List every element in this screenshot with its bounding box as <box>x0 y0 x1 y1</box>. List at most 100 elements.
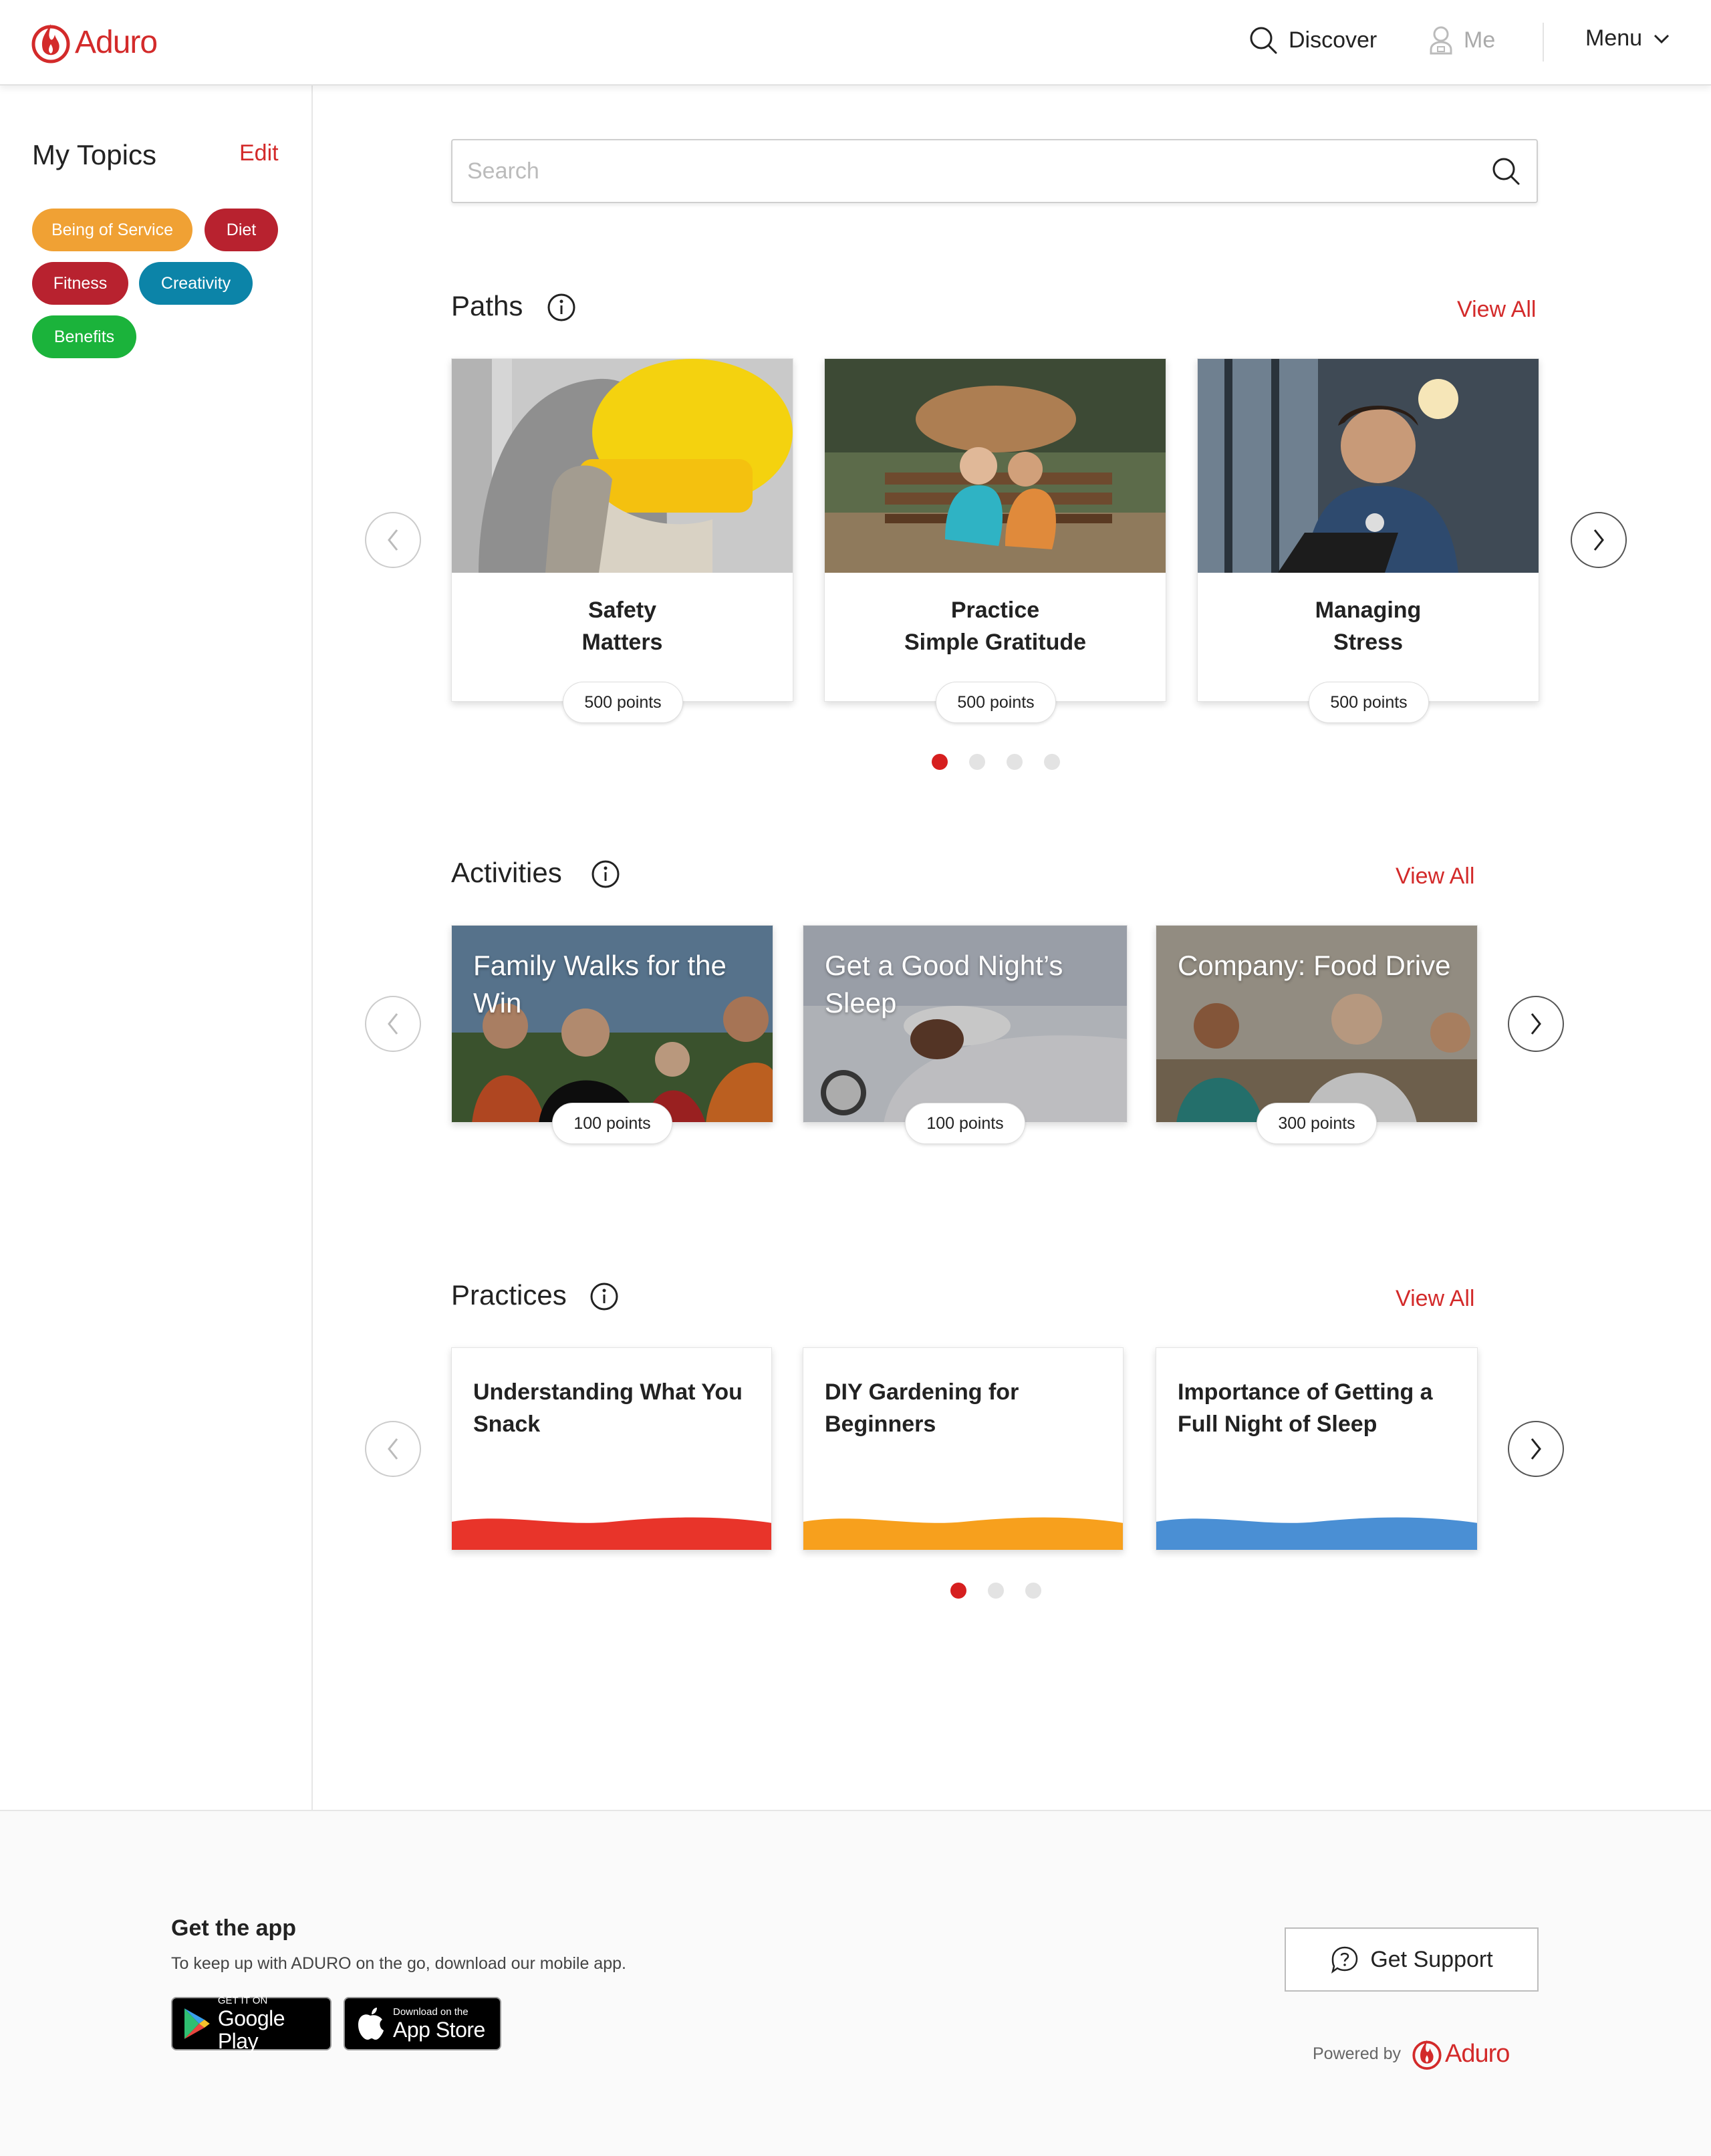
path-card-practice-simple-gratitude[interactable]: Practice Simple Gratitude <box>824 358 1166 702</box>
app-store-text: Download on the App Store <box>393 2006 485 2041</box>
paths-title: Paths <box>451 290 523 321</box>
path-card-image <box>1198 359 1539 573</box>
get-the-app-subtitle: To keep up with ADURO on the go, downloa… <box>171 1954 626 1973</box>
activity-card-family-walks[interactable]: Family Walks for the Win <box>451 925 773 1123</box>
chevron-right-icon <box>1531 1013 1541 1035</box>
nav-divider <box>1543 23 1544 61</box>
app-store-badge[interactable]: Download on the App Store <box>344 1997 501 2050</box>
path-card-title: Managing Stress <box>1198 594 1539 658</box>
info-icon[interactable] <box>547 293 576 322</box>
flame-logo-icon <box>31 24 70 63</box>
topic-chip-label: Benefits <box>53 327 115 346</box>
chevron-down-icon <box>1654 34 1670 43</box>
practice-card-title: Importance of Getting a Full Night of Sl… <box>1178 1379 1433 1437</box>
practices-pager-dot-2[interactable] <box>988 1583 1004 1599</box>
aduro-logo[interactable]: Aduro <box>31 20 158 64</box>
info-icon[interactable] <box>591 859 620 889</box>
path-card-title-line: Safety <box>587 597 657 623</box>
paths-prev-arrow[interactable] <box>365 512 421 568</box>
get-support-label: Get Support <box>1370 1946 1493 1972</box>
powered-by-logo: Aduro <box>1412 2037 1510 2070</box>
chevron-left-icon <box>388 1438 398 1460</box>
footer: Get the app To keep up with ADURO on the… <box>0 1810 1711 2156</box>
practices-pager-dot-3[interactable] <box>1025 1583 1041 1599</box>
activities-title: Activities <box>451 857 562 888</box>
activities-prev-arrow[interactable] <box>365 996 421 1052</box>
powered-by-text: Powered by <box>1313 2044 1402 2063</box>
google-play-text: GET IT ON Google Play <box>218 1995 330 2052</box>
app-store-small: Download on the <box>393 2006 469 2018</box>
topic-chip-diet[interactable]: Diet <box>205 209 278 251</box>
topic-chip-benefits[interactable]: Benefits <box>32 315 136 358</box>
flame-logo-icon <box>1412 2040 1442 2070</box>
edit-topics-link[interactable]: Edit <box>239 140 279 166</box>
get-the-app-title: Get the app <box>171 1915 297 1941</box>
google-play-badge[interactable]: GET IT ON Google Play <box>171 1995 332 2052</box>
activity-card-title: Get a Good Night’s Sleep <box>825 950 1063 1019</box>
points-badge: 500 points <box>563 682 683 723</box>
path-card-title-line: Stress <box>1333 630 1403 655</box>
practice-card-wave <box>803 1517 1123 1550</box>
path-card-title-line: Simple Gratitude <box>904 630 1087 655</box>
path-card-safety-matters[interactable]: Safety Matters <box>451 358 793 702</box>
paths-view-all-link[interactable]: View All <box>1457 297 1536 323</box>
sidebar: My Topics Edit Being of Service Diet Fit… <box>0 86 313 1810</box>
app-store-big: App Store <box>393 2018 485 2042</box>
activity-card-title: Company: Food Drive <box>1178 950 1451 981</box>
points-badge: 300 points <box>1257 1103 1377 1144</box>
google-play-small: GET IT ON <box>217 1995 268 2006</box>
search-icon <box>1250 27 1277 54</box>
top-header: Aduro Discover Me Menu <box>0 0 1711 86</box>
topic-chip-creativity[interactable]: Creativity <box>139 262 253 305</box>
practices-next-arrow[interactable] <box>1508 1421 1564 1477</box>
practice-card-understanding-snack[interactable]: Understanding What You Snack <box>451 1347 772 1551</box>
nav-menu-label: Menu <box>1585 25 1643 51</box>
activities-next-arrow[interactable] <box>1508 996 1564 1052</box>
topic-chip-label: Diet <box>226 220 257 239</box>
practice-card-wave <box>1156 1517 1477 1550</box>
nav-menu[interactable]: Menu <box>1585 25 1670 51</box>
points-badge: 500 points <box>1309 682 1429 723</box>
nav-discover[interactable]: Discover <box>1248 25 1377 55</box>
path-card-title: Safety Matters <box>452 594 793 658</box>
apple-icon <box>358 2008 384 2040</box>
practice-card-diy-gardening[interactable]: DIY Gardening for Beginners <box>803 1347 1124 1551</box>
activity-card-good-nights-sleep[interactable]: Get a Good Night’s Sleep <box>803 925 1128 1123</box>
activities-view-all-link[interactable]: View All <box>1396 863 1474 890</box>
chevron-left-icon <box>388 1013 398 1035</box>
path-card-title-line: Practice <box>950 597 1040 623</box>
points-badge: 500 points <box>936 682 1056 723</box>
powered-by: Powered by Aduro <box>1313 2037 1510 2070</box>
topic-chip-being-of-service[interactable]: Being of Service <box>32 209 192 251</box>
paths-pager-dot-2[interactable] <box>969 754 985 770</box>
my-topics-title: My Topics <box>32 139 156 170</box>
activity-card-food-drive[interactable]: Company: Food Drive <box>1156 925 1478 1123</box>
practices-prev-arrow[interactable] <box>365 1421 421 1477</box>
paths-pager-dot-1[interactable] <box>932 754 948 770</box>
chevron-right-icon <box>1531 1438 1541 1460</box>
paths-pager-dot-4[interactable] <box>1044 754 1060 770</box>
practice-card-wave <box>452 1517 771 1550</box>
get-support-button[interactable]: Get Support <box>1285 1927 1539 1992</box>
chevron-right-icon <box>1593 529 1604 551</box>
help-chat-icon <box>1331 1946 1358 1974</box>
paths-pager-dot-3[interactable] <box>1007 754 1023 770</box>
nav-me[interactable]: Me <box>1429 25 1495 55</box>
path-card-title-line: Matters <box>581 630 663 655</box>
nav-me-label: Me <box>1464 27 1496 53</box>
path-card-managing-stress[interactable]: Managing Stress <box>1197 358 1539 702</box>
practices-pager-dot-1[interactable] <box>950 1583 966 1599</box>
search-icon[interactable] <box>1491 156 1521 186</box>
path-card-title: Practice Simple Gratitude <box>825 594 1166 658</box>
paths-next-arrow[interactable] <box>1571 512 1627 568</box>
activity-card-title: Family Walks for the Win <box>473 950 727 1019</box>
topic-chip-label: Creativity <box>160 273 231 293</box>
info-icon[interactable] <box>589 1282 619 1311</box>
practice-card-full-night-sleep[interactable]: Importance of Getting a Full Night of Sl… <box>1156 1347 1478 1551</box>
practices-view-all-link[interactable]: View All <box>1396 1286 1474 1312</box>
topic-chip-fitness[interactable]: Fitness <box>32 262 128 305</box>
nav-discover-label: Discover <box>1289 27 1377 53</box>
practice-card-title: Understanding What You Snack <box>473 1379 743 1437</box>
brand-name: Aduro <box>75 24 158 60</box>
search-input[interactable] <box>467 140 1456 202</box>
